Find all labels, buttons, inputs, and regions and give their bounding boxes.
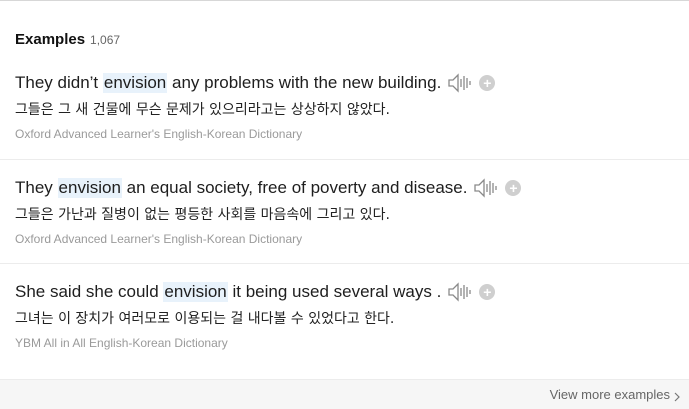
keyword-highlight: envision [57, 178, 122, 198]
example-translation: 그들은 가난과 질병이 없는 평등한 사회를 마음속에 그리고 있다. [15, 207, 390, 223]
view-more-label: View more examples [549, 387, 670, 402]
plus-icon[interactable]: + [479, 284, 496, 300]
sentence-text-before: They didn’t [15, 73, 103, 92]
examples-footer: View more examples [0, 379, 689, 409]
sentence-text-after: an equal society, free of poverty and di… [121, 178, 468, 197]
sentence-text-before: She said she could [15, 282, 164, 301]
section-title: Examples [15, 31, 86, 48]
plus-icon[interactable]: + [505, 180, 522, 196]
example-item: They envision an equal society, free of … [0, 159, 689, 263]
keyword-highlight: envision [163, 282, 228, 302]
example-translation: 그들은 그 새 건물에 무슨 문제가 있으리라고는 상상하지 않았다. [15, 102, 390, 118]
example-item: She said she could envision it being use… [0, 263, 689, 367]
sentence-text-after: any problems with the new building. [167, 73, 442, 92]
examples-header: Examples 1,067 [15, 31, 120, 48]
chevron-right-icon [674, 390, 680, 401]
example-sentence: They envision an equal society, free of … [15, 176, 522, 200]
sentence-text-after: it being used several ways . [227, 282, 442, 301]
examples-panel: Examples 1,067 They didn’t envision any … [0, 0, 689, 409]
plus-icon[interactable]: + [479, 75, 496, 91]
examples-count: 1,067 [90, 33, 121, 47]
example-source: Oxford Advanced Learner's English-Korean… [15, 232, 303, 246]
speaker-icon[interactable] [447, 281, 473, 303]
keyword-highlight: envision [102, 73, 168, 93]
example-item: They didn’t envision any problems with t… [0, 55, 689, 159]
sentence-text-before: They [15, 178, 58, 197]
example-sentence: They didn’t envision any problems with t… [15, 71, 496, 95]
example-sentence: She said she could envision it being use… [15, 280, 496, 304]
example-source: YBM All in All English-Korean Dictionary [15, 336, 228, 350]
view-more-examples-link[interactable]: View more examples [550, 387, 680, 402]
speaker-icon[interactable] [473, 177, 499, 199]
speaker-icon[interactable] [447, 72, 473, 94]
example-translation: 그녀는 이 장치가 여러모로 이용되는 걸 내다볼 수 있었다고 한다. [15, 311, 395, 327]
example-source: Oxford Advanced Learner's English-Korean… [15, 127, 303, 141]
